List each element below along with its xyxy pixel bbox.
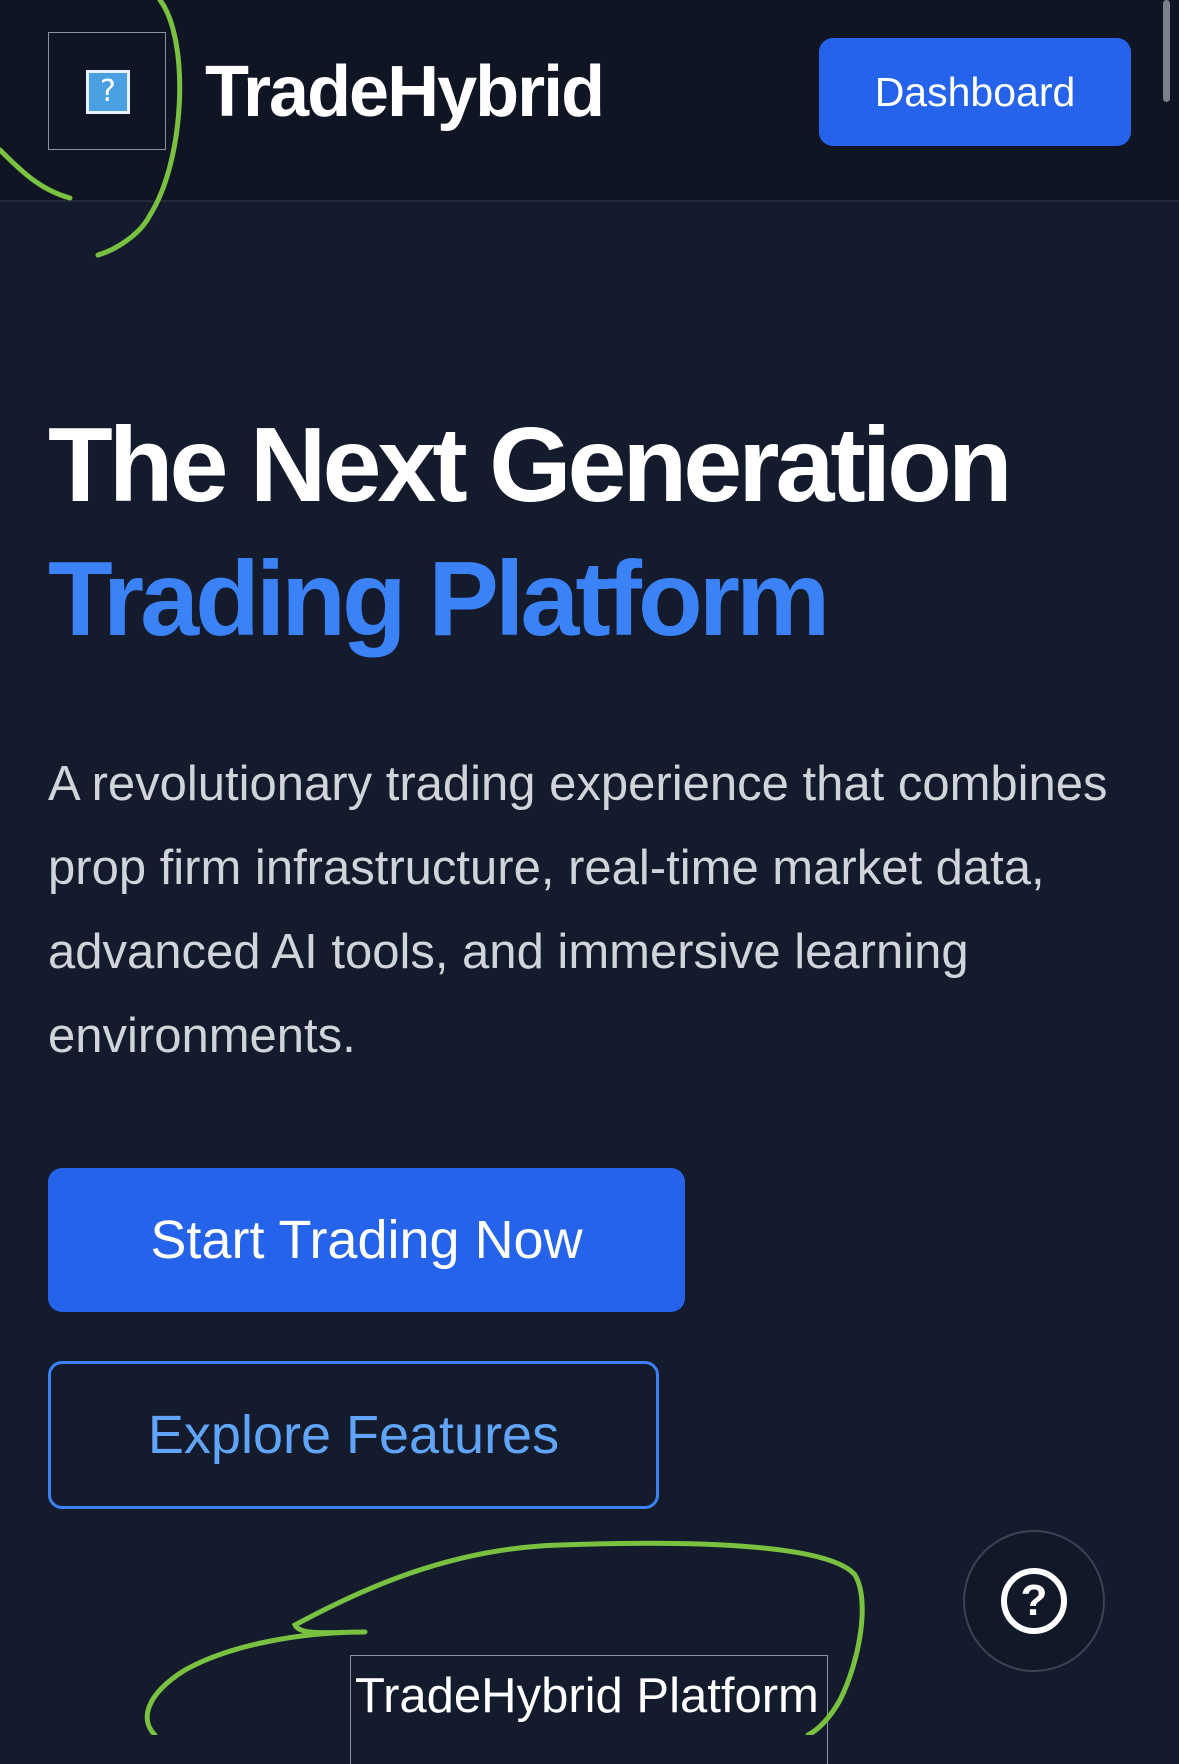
explore-features-button[interactable]: Explore Features	[48, 1361, 659, 1509]
help-button[interactable]: ?	[963, 1530, 1105, 1672]
page-scrollbar[interactable]	[1163, 0, 1170, 102]
hero-title-line2: Trading Platform	[48, 540, 830, 658]
brand-name[interactable]: TradeHybrid	[205, 48, 605, 136]
hero-description: A revolutionary trading experience that …	[48, 757, 1108, 1063]
dashboard-button[interactable]: Dashboard	[819, 38, 1131, 146]
hero-title-line1: The Next Generation	[48, 406, 1013, 524]
top-header: ? TradeHybrid Dashboard	[0, 0, 1179, 202]
platform-image-alt-text: TradeHybrid Platform	[350, 1655, 828, 1764]
broken-image-icon: ?	[86, 70, 130, 114]
question-circle-icon: ?	[1001, 1568, 1067, 1634]
start-trading-button[interactable]: Start Trading Now	[48, 1168, 685, 1312]
logo-image-placeholder[interactable]: ?	[48, 32, 166, 150]
